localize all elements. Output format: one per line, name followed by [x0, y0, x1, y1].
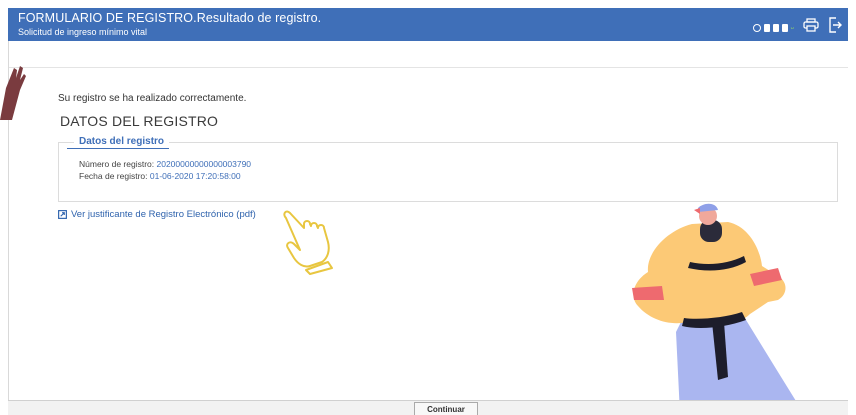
receipt-pdf-link[interactable]: Ver justificante de Registro Electrónico…	[58, 209, 256, 220]
hand-illustration	[0, 66, 26, 120]
language-flag-icon[interactable]	[763, 23, 770, 32]
globe-icon[interactable]	[752, 23, 761, 32]
legend-underline	[67, 148, 169, 149]
person-illustration	[632, 203, 804, 414]
registration-number-row: Número de registro: 20200000000000003790	[79, 159, 251, 169]
language-flag-icon[interactable]	[772, 23, 779, 32]
success-message: Su registro se ha realizado correctament…	[58, 93, 247, 104]
language-flag-icon[interactable]: ᵕ	[791, 23, 794, 32]
registration-number-value: 20200000000000003790	[156, 159, 252, 169]
pointing-hand-illustration	[283, 210, 333, 275]
registration-number-label: Número de registro:	[79, 159, 157, 169]
external-link-icon	[58, 210, 67, 219]
page-title: FORMULARIO DE REGISTRO.Resultado de regi…	[18, 11, 322, 25]
registration-date-value: 01-06-2020 17:20:58:00	[149, 171, 241, 181]
page-subtitle: Solicitud de ingreso mínimo vital	[18, 27, 148, 37]
registration-data-box: Datos del registro Número de registro: 2…	[58, 136, 838, 202]
receipt-pdf-link-label: Ver justificante de Registro Electrónico…	[71, 209, 256, 220]
registration-date-row: Fecha de registro: 01-06-2020 17:20:58:0…	[79, 171, 241, 181]
sub-toolbar	[8, 41, 848, 68]
header-toolbar: ᵕ	[752, 17, 842, 38]
print-icon[interactable]	[803, 18, 819, 37]
app-header: FORMULARIO DE REGISTRO.Resultado de regi…	[8, 8, 848, 41]
exit-icon[interactable]	[828, 17, 842, 38]
continue-button[interactable]: Continuar	[414, 402, 478, 415]
section-title: DATOS DEL REGISTRO	[60, 113, 219, 129]
box-legend: Datos del registro	[74, 136, 170, 147]
language-flag-icon[interactable]	[781, 23, 788, 32]
result-panel: Su registro se ha realizado correctament…	[58, 93, 838, 220]
registration-date-label: Fecha de registro:	[79, 171, 150, 181]
